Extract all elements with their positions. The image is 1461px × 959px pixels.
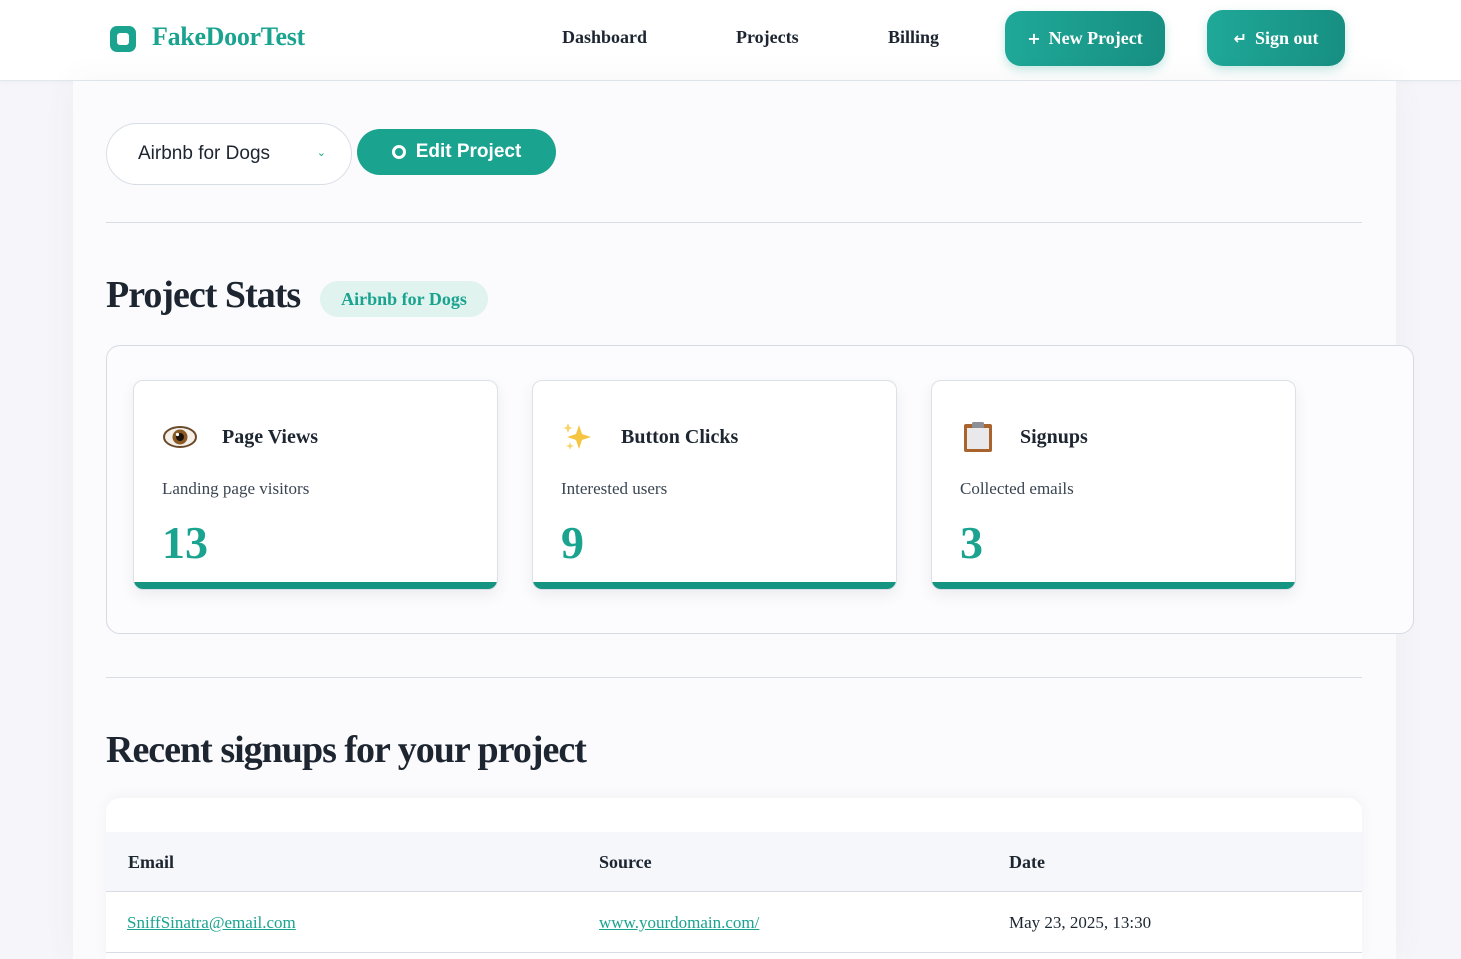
stat-card-subtitle: Interested users bbox=[561, 479, 668, 498]
project-badge: Airbnb for Dogs bbox=[320, 281, 488, 317]
brand-name[interactable]: FakeDoorTest bbox=[152, 22, 305, 52]
stat-card-accent-bar bbox=[932, 582, 1295, 589]
new-project-label: New Project bbox=[1048, 28, 1143, 48]
stat-card-accent-bar bbox=[134, 582, 497, 589]
clipboard-icon bbox=[960, 421, 996, 453]
column-header-source: Source bbox=[599, 852, 652, 872]
sign-out-label: Sign out bbox=[1254, 27, 1319, 48]
table-header: Email Source Date bbox=[106, 832, 1362, 892]
edit-project-label: Edit Project bbox=[415, 141, 522, 162]
stat-card-subtitle: Landing page visitors bbox=[162, 479, 310, 498]
signups-table: Email Source Date SniffSinatra@email.com… bbox=[106, 798, 1362, 959]
edit-project-button[interactable]: Edit Project bbox=[357, 129, 556, 175]
top-navbar: FakeDoorTest Dashboard Projects Billing … bbox=[0, 0, 1461, 81]
signup-date: May 23, 2025, 13:30 bbox=[1009, 913, 1152, 932]
stat-card-value: 9 bbox=[561, 517, 584, 568]
stat-card-value: 3 bbox=[960, 517, 983, 568]
nav-billing[interactable]: Billing bbox=[888, 27, 939, 48]
stat-card-accent-bar bbox=[533, 582, 896, 589]
column-header-date: Date bbox=[1009, 852, 1045, 872]
divider bbox=[106, 222, 1362, 223]
project-select-value: Airbnb for Dogs bbox=[138, 143, 271, 164]
new-project-button[interactable]: + New Project bbox=[1005, 11, 1165, 66]
nav-projects[interactable]: Projects bbox=[736, 27, 799, 48]
stat-card-title: Button Clicks bbox=[621, 426, 739, 448]
signup-source-link[interactable]: www.yourdomain.com/ bbox=[599, 913, 759, 933]
stat-card-title: Page Views bbox=[222, 426, 319, 448]
divider bbox=[106, 677, 1362, 678]
stat-card-subtitle: Collected emails bbox=[960, 479, 1074, 498]
table-row: SniffSinatra@email.com www.yourdomain.co… bbox=[106, 893, 1362, 953]
stats-heading: Project Stats bbox=[106, 274, 301, 316]
stat-card-button-clicks: Button Clicks Interested users 9 bbox=[532, 380, 897, 590]
recent-signups-heading: Recent signups for your project bbox=[106, 729, 587, 771]
stat-card-signups: Signups Collected emails 3 bbox=[931, 380, 1296, 590]
stat-card-page-views: Page Views Landing page visitors 13 bbox=[133, 380, 498, 590]
signup-email-link[interactable]: SniffSinatra@email.com bbox=[127, 913, 296, 933]
project-select[interactable]: Airbnb for Dogs ⌄ bbox=[106, 123, 352, 185]
stat-card-title: Signups bbox=[1020, 426, 1088, 448]
chevron-down-icon: ⌄ bbox=[316, 146, 326, 159]
nav-dashboard[interactable]: Dashboard bbox=[562, 27, 647, 48]
eye-icon bbox=[162, 421, 198, 453]
stat-card-value: 13 bbox=[162, 517, 208, 568]
plus-icon: + bbox=[1027, 29, 1041, 48]
column-header-email: Email bbox=[128, 852, 175, 872]
gear-icon bbox=[391, 145, 406, 159]
return-arrow-icon: ↵ bbox=[1233, 28, 1247, 48]
logo-icon[interactable] bbox=[110, 26, 136, 52]
sparkles-icon bbox=[561, 421, 597, 453]
sign-out-button[interactable]: ↵ Sign out bbox=[1207, 10, 1345, 66]
